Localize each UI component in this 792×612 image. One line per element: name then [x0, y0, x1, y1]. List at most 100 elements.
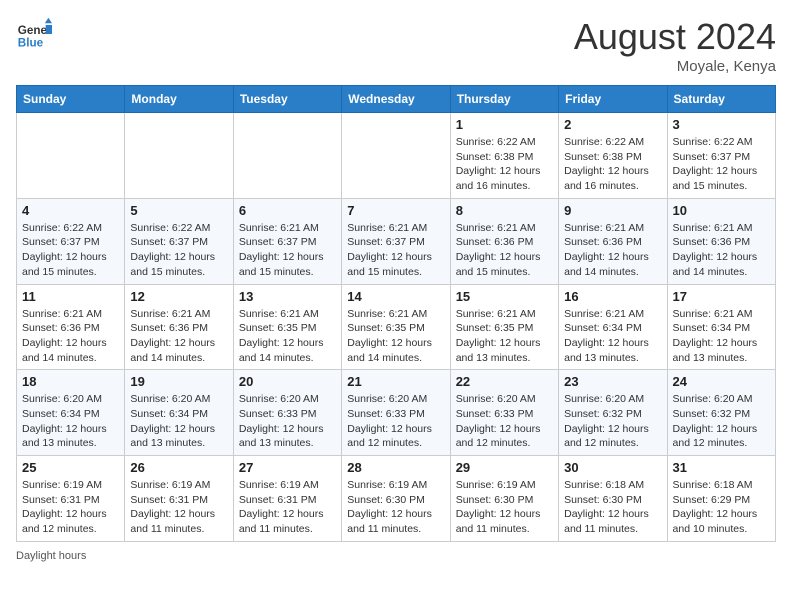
- day-number: 20: [239, 374, 336, 389]
- day-number: 21: [347, 374, 444, 389]
- day-header-monday: Monday: [125, 86, 233, 113]
- day-info: Sunrise: 6:20 AM Sunset: 6:34 PM Dayligh…: [130, 392, 227, 451]
- calendar-cell: 4 Sunrise: 6:22 AM Sunset: 6:37 PM Daylig…: [17, 198, 125, 284]
- day-number: 14: [347, 289, 444, 304]
- calendar-cell: 10Sunrise: 6:21 AM Sunset: 6:36 PM Dayli…: [667, 198, 775, 284]
- footer-label: Daylight hours: [16, 550, 86, 562]
- day-info: Sunrise: 6:19 AM Sunset: 6:30 PM Dayligh…: [456, 478, 553, 537]
- calendar-cell: 28 Sunrise: 6:19 AM Sunset: 6:30 PM Dayli…: [342, 456, 450, 542]
- day-header-wednesday: Wednesday: [342, 86, 450, 113]
- day-info: Sunrise: 6:21 AM Sunset: 6:35 PM Dayligh…: [347, 307, 444, 366]
- day-info: Sunrise: 6:21 AM Sunset: 6:34 PM Dayligh…: [673, 307, 770, 366]
- day-number: 3: [673, 117, 770, 132]
- day-info: Sunrise: 6:22 AM Sunset: 6:37 PM Dayligh…: [22, 221, 119, 280]
- day-number: 13: [239, 289, 336, 304]
- calendar-cell: [233, 113, 341, 199]
- day-info: Sunrise: 6:19 AM Sunset: 6:30 PM Dayligh…: [347, 478, 444, 537]
- day-info: Sunrise: 6:22 AM Sunset: 6:37 PM Dayligh…: [673, 135, 770, 194]
- day-info: Sunrise: 6:20 AM Sunset: 6:32 PM Dayligh…: [564, 392, 661, 451]
- day-info: Sunrise: 6:21 AM Sunset: 6:35 PM Dayligh…: [239, 307, 336, 366]
- calendar-cell: 18Sunrise: 6:20 AM Sunset: 6:34 PM Dayli…: [17, 370, 125, 456]
- day-number: 25: [22, 460, 119, 475]
- calendar-cell: 25Sunrise: 6:19 AM Sunset: 6:31 PM Dayli…: [17, 456, 125, 542]
- logo-icon: General Blue: [16, 16, 52, 52]
- calendar-cell: 17 Sunrise: 6:21 AM Sunset: 6:34 PM Dayli…: [667, 284, 775, 370]
- day-number: 17: [673, 289, 770, 304]
- calendar-cell: 14 Sunrise: 6:21 AM Sunset: 6:35 PM Dayli…: [342, 284, 450, 370]
- day-info: Sunrise: 6:20 AM Sunset: 6:33 PM Dayligh…: [456, 392, 553, 451]
- calendar-cell: 2 Sunrise: 6:22 AM Sunset: 6:38 PM Daylig…: [559, 113, 667, 199]
- calendar-header-row: SundayMondayTuesdayWednesdayThursdayFrid…: [17, 86, 776, 113]
- footer: Daylight hours: [16, 550, 776, 562]
- day-header-sunday: Sunday: [17, 86, 125, 113]
- day-info: Sunrise: 6:22 AM Sunset: 6:37 PM Dayligh…: [130, 221, 227, 280]
- day-info: Sunrise: 6:22 AM Sunset: 6:38 PM Dayligh…: [564, 135, 661, 194]
- calendar-week-row: 11 Sunrise: 6:21 AM Sunset: 6:36 PM Dayli…: [17, 284, 776, 370]
- day-header-saturday: Saturday: [667, 86, 775, 113]
- calendar-cell: 26 Sunrise: 6:19 AM Sunset: 6:31 PM Dayli…: [125, 456, 233, 542]
- day-info: Sunrise: 6:21 AM Sunset: 6:36 PM Dayligh…: [456, 221, 553, 280]
- calendar-cell: 8 Sunrise: 6:21 AM Sunset: 6:36 PM Daylig…: [450, 198, 558, 284]
- calendar-cell: 12 Sunrise: 6:21 AM Sunset: 6:36 PM Dayli…: [125, 284, 233, 370]
- calendar-cell: 9Sunrise: 6:21 AM Sunset: 6:36 PM Daylig…: [559, 198, 667, 284]
- calendar-cell: 19 Sunrise: 6:20 AM Sunset: 6:34 PM Dayli…: [125, 370, 233, 456]
- day-number: 9: [564, 203, 661, 218]
- calendar-cell: 16Sunrise: 6:21 AM Sunset: 6:34 PM Dayli…: [559, 284, 667, 370]
- month-title: August 2024: [574, 16, 776, 58]
- day-number: 8: [456, 203, 553, 218]
- day-info: Sunrise: 6:22 AM Sunset: 6:38 PM Dayligh…: [456, 135, 553, 194]
- day-info: Sunrise: 6:20 AM Sunset: 6:34 PM Dayligh…: [22, 392, 119, 451]
- calendar-cell: 21 Sunrise: 6:20 AM Sunset: 6:33 PM Dayli…: [342, 370, 450, 456]
- calendar-week-row: 4 Sunrise: 6:22 AM Sunset: 6:37 PM Daylig…: [17, 198, 776, 284]
- day-number: 29: [456, 460, 553, 475]
- calendar-cell: 20 Sunrise: 6:20 AM Sunset: 6:33 PM Dayli…: [233, 370, 341, 456]
- day-number: 4: [22, 203, 119, 218]
- day-info: Sunrise: 6:20 AM Sunset: 6:33 PM Dayligh…: [239, 392, 336, 451]
- day-number: 2: [564, 117, 661, 132]
- day-number: 1: [456, 117, 553, 132]
- day-number: 23: [564, 374, 661, 389]
- calendar-table: SundayMondayTuesdayWednesdayThursdayFrid…: [16, 85, 776, 542]
- day-number: 26: [130, 460, 227, 475]
- day-number: 22: [456, 374, 553, 389]
- day-info: Sunrise: 6:20 AM Sunset: 6:32 PM Dayligh…: [673, 392, 770, 451]
- day-info: Sunrise: 6:21 AM Sunset: 6:36 PM Dayligh…: [130, 307, 227, 366]
- day-number: 12: [130, 289, 227, 304]
- day-info: Sunrise: 6:21 AM Sunset: 6:36 PM Dayligh…: [22, 307, 119, 366]
- calendar-cell: 31 Sunrise: 6:18 AM Sunset: 6:29 PM Dayli…: [667, 456, 775, 542]
- svg-text:Blue: Blue: [18, 37, 44, 50]
- day-info: Sunrise: 6:18 AM Sunset: 6:29 PM Dayligh…: [673, 478, 770, 537]
- calendar-cell: 29 Sunrise: 6:19 AM Sunset: 6:30 PM Dayli…: [450, 456, 558, 542]
- day-number: 10: [673, 203, 770, 218]
- calendar-cell: 23 Sunrise: 6:20 AM Sunset: 6:32 PM Dayli…: [559, 370, 667, 456]
- day-number: 15: [456, 289, 553, 304]
- day-info: Sunrise: 6:20 AM Sunset: 6:33 PM Dayligh…: [347, 392, 444, 451]
- day-number: 11: [22, 289, 119, 304]
- calendar-cell: 5Sunrise: 6:22 AM Sunset: 6:37 PM Daylig…: [125, 198, 233, 284]
- calendar-cell: 3 Sunrise: 6:22 AM Sunset: 6:37 PM Daylig…: [667, 113, 775, 199]
- day-number: 27: [239, 460, 336, 475]
- day-number: 19: [130, 374, 227, 389]
- calendar-cell: 13 Sunrise: 6:21 AM Sunset: 6:35 PM Dayli…: [233, 284, 341, 370]
- day-number: 31: [673, 460, 770, 475]
- calendar-week-row: 18Sunrise: 6:20 AM Sunset: 6:34 PM Dayli…: [17, 370, 776, 456]
- day-number: 7: [347, 203, 444, 218]
- logo: General Blue: [16, 16, 52, 52]
- day-number: 24: [673, 374, 770, 389]
- page-header: General Blue August 2024 Moyale, Kenya: [16, 16, 776, 75]
- calendar-cell: 6Sunrise: 6:21 AM Sunset: 6:37 PM Daylig…: [233, 198, 341, 284]
- calendar-cell: 11 Sunrise: 6:21 AM Sunset: 6:36 PM Dayli…: [17, 284, 125, 370]
- calendar-cell: 7 Sunrise: 6:21 AM Sunset: 6:37 PM Daylig…: [342, 198, 450, 284]
- day-header-friday: Friday: [559, 86, 667, 113]
- calendar-cell: 27Sunrise: 6:19 AM Sunset: 6:31 PM Dayli…: [233, 456, 341, 542]
- day-number: 28: [347, 460, 444, 475]
- calendar-cell: [125, 113, 233, 199]
- title-block: August 2024 Moyale, Kenya: [574, 16, 776, 75]
- day-info: Sunrise: 6:21 AM Sunset: 6:37 PM Dayligh…: [347, 221, 444, 280]
- day-number: 30: [564, 460, 661, 475]
- day-info: Sunrise: 6:19 AM Sunset: 6:31 PM Dayligh…: [130, 478, 227, 537]
- day-info: Sunrise: 6:21 AM Sunset: 6:35 PM Dayligh…: [456, 307, 553, 366]
- day-info: Sunrise: 6:18 AM Sunset: 6:30 PM Dayligh…: [564, 478, 661, 537]
- day-info: Sunrise: 6:21 AM Sunset: 6:34 PM Dayligh…: [564, 307, 661, 366]
- calendar-cell: [342, 113, 450, 199]
